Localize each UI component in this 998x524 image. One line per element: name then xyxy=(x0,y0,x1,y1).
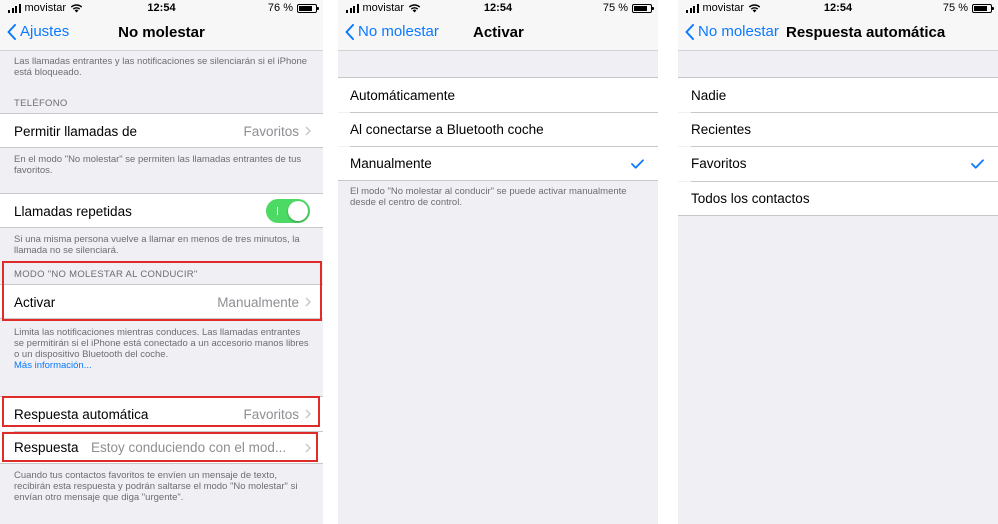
repeated-calls-footer: Si una misma persona vuelve a llamar en … xyxy=(14,234,300,256)
page-title: Respuesta automática xyxy=(786,24,946,41)
battery-icon xyxy=(632,3,654,13)
chevron-right-icon xyxy=(305,443,311,453)
screen-auto-reply: movistar 12:54 75 % No molestar Respuest… xyxy=(678,0,998,524)
option-label: Todos los contactos xyxy=(691,191,810,206)
activate-footer: Limita las notificaciones mientras condu… xyxy=(14,327,309,371)
section-header-driving: MODO "NO MOLESTAR AL CONDUCIR" xyxy=(14,269,198,280)
navigation-bar: No molestar Respuesta automática xyxy=(678,16,998,51)
allow-calls-row[interactable]: Permitir llamadas de Favoritos xyxy=(0,113,323,148)
section-header-phone: TELÉFONO xyxy=(14,98,68,109)
reply-row[interactable]: Respuesta Estoy conduciendo con el mod..… xyxy=(0,432,323,464)
option-label: Recientes xyxy=(691,122,752,137)
back-button[interactable]: No molestar xyxy=(685,23,779,40)
option-label: Al conectarse a Bluetooth coche xyxy=(350,122,544,137)
activate-value: Manualmente xyxy=(217,295,299,310)
toggle-knob xyxy=(288,201,308,221)
allow-calls-value: Favoritos xyxy=(243,124,299,139)
navigation-bar: Ajustes No molestar xyxy=(0,16,323,51)
activate-row[interactable]: Activar Manualmente xyxy=(0,284,323,319)
reply-footer: Cuando tus contactos favoritos te envíen… xyxy=(14,470,298,503)
screen-do-not-disturb: movistar 12:54 76 % Ajustes No molestar … xyxy=(0,0,323,524)
chevron-left-icon xyxy=(345,23,354,40)
option-automatic[interactable]: Automáticamente xyxy=(338,77,658,112)
repeated-calls-label: Llamadas repetidas xyxy=(14,204,132,219)
checkmark-icon xyxy=(971,159,984,169)
chevron-right-icon xyxy=(305,126,311,136)
option-manual[interactable]: Manualmente xyxy=(338,147,658,181)
more-info-link[interactable]: Más información... xyxy=(14,360,309,371)
activate-footer-text: Limita las notificaciones mientras condu… xyxy=(14,327,309,360)
checkmark-icon xyxy=(631,159,644,169)
navigation-bar: No molestar Activar xyxy=(338,16,658,51)
page-title: Activar xyxy=(473,24,524,41)
battery-percent: 75 % xyxy=(602,2,628,14)
page-title: No molestar xyxy=(118,24,205,41)
activate-footer: El modo "No molestar al conducir" se pue… xyxy=(350,186,627,208)
reply-label: Respuesta xyxy=(14,440,79,455)
auto-reply-value: Favoritos xyxy=(243,407,299,422)
option-nobody[interactable]: Nadie xyxy=(678,77,998,112)
chevron-right-icon xyxy=(305,297,311,307)
option-all-contacts[interactable]: Todos los contactos xyxy=(678,182,998,216)
reply-value: Estoy conduciendo con el mod... xyxy=(91,440,287,455)
allow-calls-footer: En el modo "No molestar" se permiten las… xyxy=(14,154,302,176)
status-bar: movistar 12:54 75 % xyxy=(338,0,658,16)
screen-activate: movistar 12:54 75 % No molestar Activar … xyxy=(338,0,658,524)
back-label: No molestar xyxy=(698,23,779,40)
status-bar: movistar 12:54 76 % xyxy=(0,0,323,16)
activate-label: Activar xyxy=(14,295,56,310)
option-favorites[interactable]: Favoritos xyxy=(678,147,998,181)
locked-footer: Las llamadas entrantes y las notificacio… xyxy=(14,56,308,78)
battery-percent: 76 % xyxy=(267,2,293,14)
option-label: Manualmente xyxy=(350,156,432,171)
chevron-left-icon xyxy=(685,23,694,40)
back-button[interactable]: No molestar xyxy=(345,23,439,40)
option-label: Automáticamente xyxy=(350,88,456,103)
repeated-calls-row: Llamadas repetidas xyxy=(0,193,323,228)
chevron-right-icon xyxy=(305,409,311,419)
back-label: No molestar xyxy=(358,23,439,40)
auto-reply-label: Respuesta automática xyxy=(14,407,149,422)
option-recents[interactable]: Recientes xyxy=(678,113,998,146)
auto-reply-row[interactable]: Respuesta automática Favoritos xyxy=(0,396,323,431)
toggle-on-mark xyxy=(277,207,278,215)
battery-icon xyxy=(972,3,994,13)
option-bluetooth[interactable]: Al conectarse a Bluetooth coche xyxy=(338,113,658,146)
allow-calls-label: Permitir llamadas de xyxy=(14,124,138,139)
option-label: Nadie xyxy=(691,88,727,103)
repeated-calls-toggle[interactable] xyxy=(266,199,310,223)
battery-percent: 75 % xyxy=(942,2,968,14)
option-label: Favoritos xyxy=(691,156,747,171)
battery-icon xyxy=(297,3,319,13)
status-bar: movistar 12:54 75 % xyxy=(678,0,998,16)
